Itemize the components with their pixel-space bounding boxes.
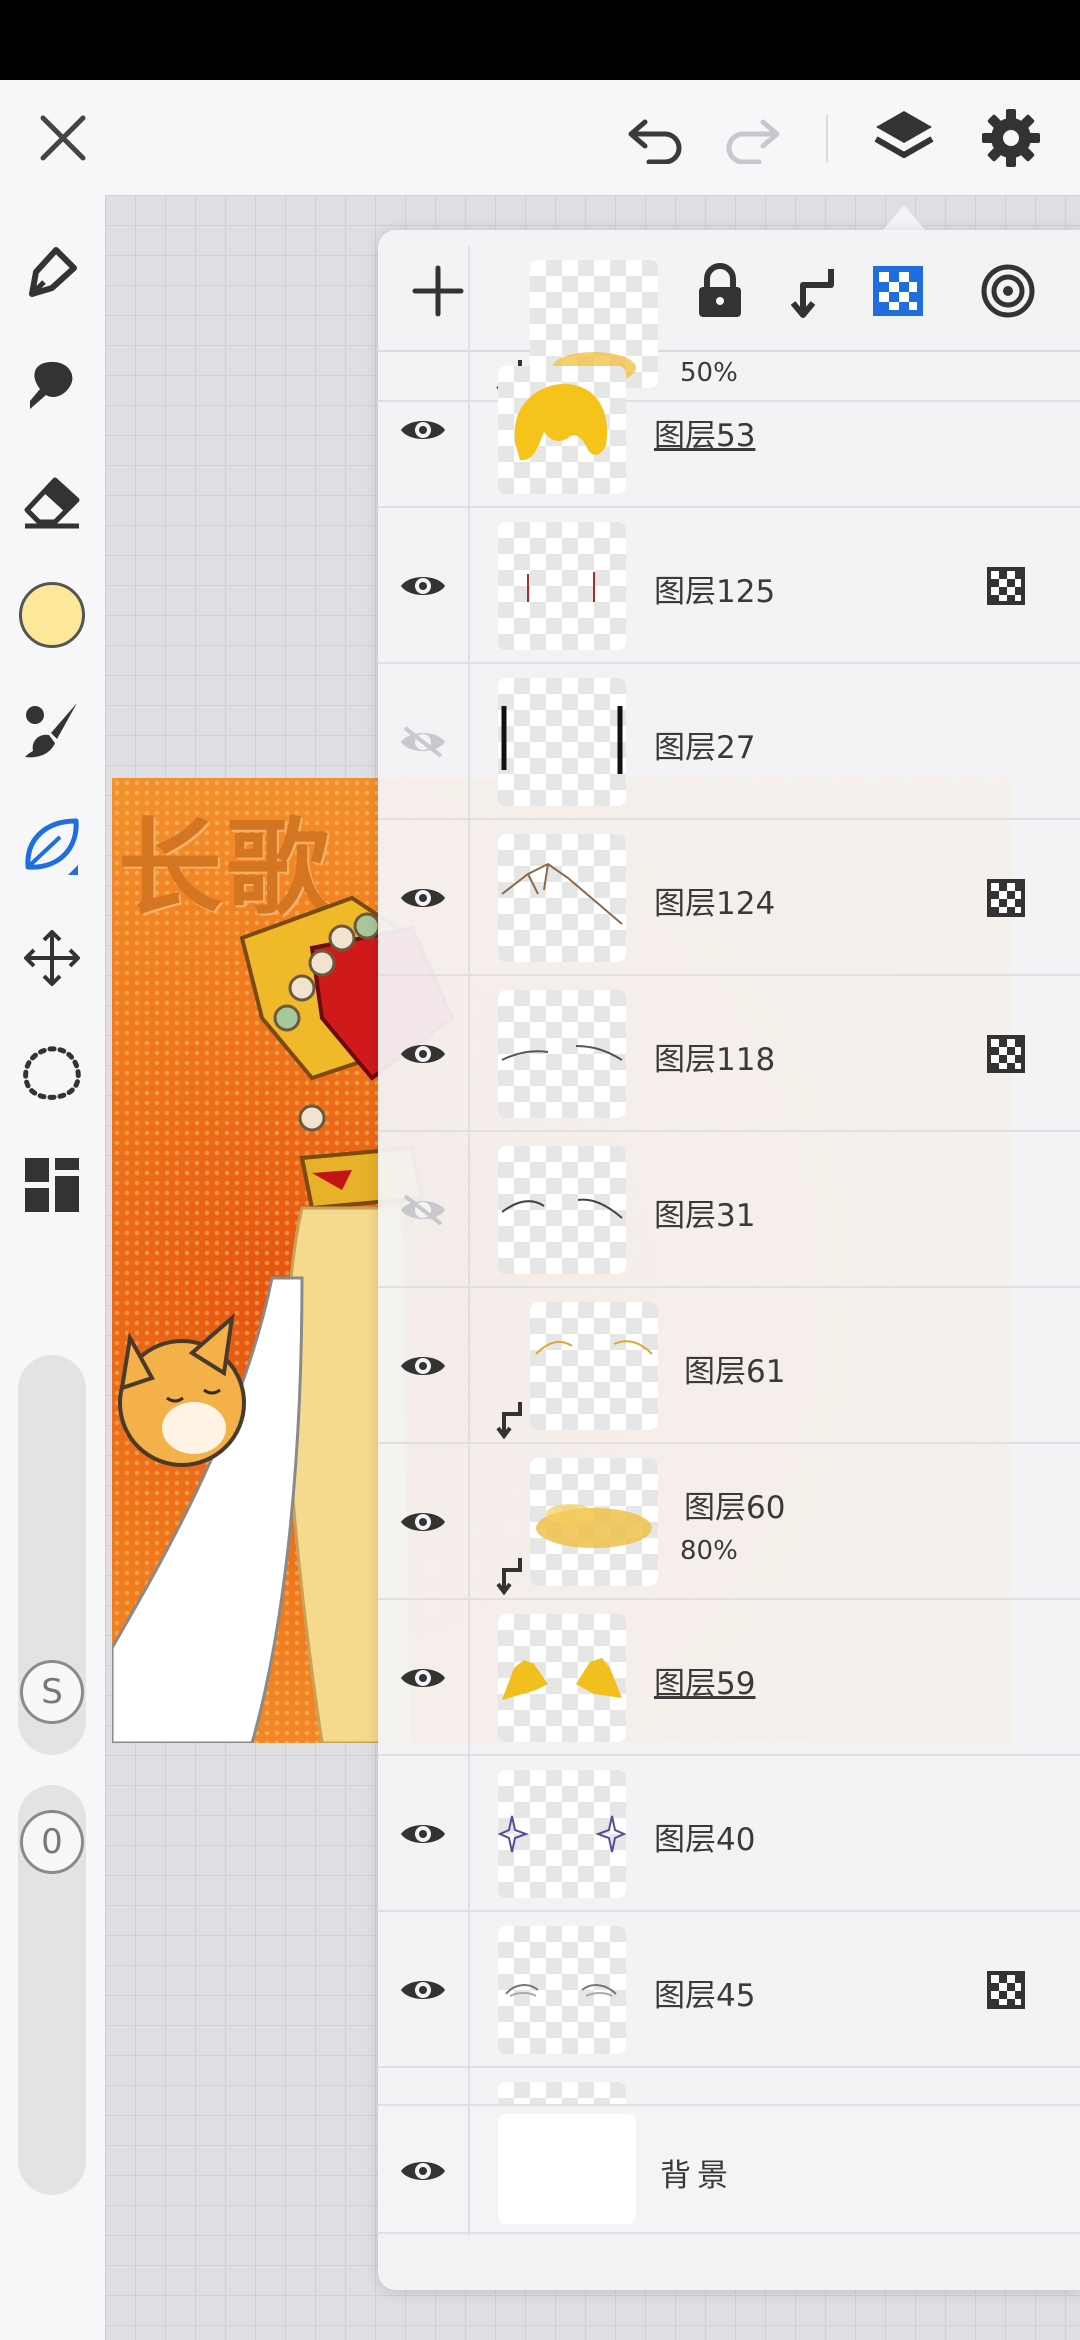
layer-visibility-column (378, 664, 470, 820)
eye-icon[interactable] (399, 1038, 447, 1070)
layer-row[interactable]: 图层40 (378, 1756, 1080, 1912)
grid-icon[interactable] (12, 1145, 92, 1225)
eye-icon[interactable] (399, 570, 447, 602)
opacity-label-button[interactable]: 0 (20, 1810, 84, 1874)
toolbar-divider (826, 115, 828, 163)
layer-name[interactable]: 图层118 (654, 1034, 775, 1079)
color-swatch[interactable] (12, 575, 92, 655)
layer-thumbnail (498, 678, 626, 806)
eye-icon[interactable] (399, 1974, 447, 2006)
layers-icon[interactable] (866, 100, 942, 176)
layer-row[interactable]: 图层60 80% (378, 1444, 1080, 1600)
layer-visibility-column (378, 2106, 470, 2236)
layer-name[interactable]: 图层124 (654, 878, 775, 923)
background-layer-row[interactable]: 背景 (378, 2104, 1080, 2236)
lasso-icon[interactable] (12, 1033, 92, 1113)
close-icon[interactable] (25, 100, 101, 176)
status-bar (0, 0, 1080, 80)
layer-name[interactable]: 图层53 (654, 410, 755, 455)
gear-icon[interactable] (973, 100, 1049, 176)
layer-row[interactable]: 图层125 (378, 508, 1080, 664)
clip-indicator-icon (496, 1402, 522, 1440)
eye-hidden-icon[interactable] (399, 724, 447, 760)
layer-name[interactable]: 图层125 (654, 566, 775, 611)
layer-name[interactable]: 图层40 (654, 1814, 755, 1859)
layer-thumbnail (530, 1458, 658, 1586)
eye-icon[interactable] (399, 2155, 447, 2187)
layer-name[interactable]: 图层61 (684, 1346, 785, 1391)
layer-name[interactable]: 图层59 (654, 1658, 755, 1703)
background-thumbnail (498, 2114, 636, 2224)
alpha-lock-indicator-icon[interactable] (986, 566, 1026, 606)
layer-thumbnail (498, 1614, 626, 1742)
smudge-icon[interactable] (12, 345, 92, 425)
redo-icon[interactable] (714, 100, 790, 176)
eye-icon[interactable] (399, 1818, 447, 1850)
size-label-button[interactable]: S (20, 1660, 84, 1724)
layer-thumbnail (530, 1302, 658, 1430)
layer-thumbnail (498, 834, 626, 962)
layer-thumbnail (498, 366, 626, 494)
layer-thumbnail (498, 1770, 626, 1898)
layer-visibility-column (378, 1444, 470, 1600)
layer-thumbnail (498, 1926, 626, 2054)
layer-row[interactable]: 图层124 (378, 820, 1080, 976)
pen-icon[interactable] (12, 232, 92, 312)
clip-indicator-icon (496, 1558, 522, 1596)
layer-row[interactable]: 图层27 (378, 664, 1080, 820)
layer-visibility-column (378, 1912, 470, 2068)
layer-row[interactable]: 图层61 (378, 1288, 1080, 1444)
undo-icon[interactable] (618, 100, 694, 176)
alpha-lock-indicator-icon[interactable] (986, 1034, 1026, 1074)
panel-pointer (882, 205, 926, 231)
leaf-shape-icon[interactable] (12, 805, 92, 885)
layer-visibility-column (378, 508, 470, 664)
layer-name[interactable]: 背景 (660, 2150, 734, 2195)
layer-visibility-column (378, 1756, 470, 1912)
current-color-circle[interactable] (19, 582, 85, 648)
eraser-icon[interactable] (12, 460, 92, 540)
layers-panel: 50% 图层53 图层125 图层27 图层124 图层118 图层31 图层6… (378, 230, 1080, 2290)
layer-thumbnail (498, 990, 626, 1118)
layer-visibility-column (378, 820, 470, 976)
eye-icon[interactable] (399, 882, 447, 914)
move-icon[interactable] (12, 918, 92, 998)
eye-icon[interactable] (399, 1662, 447, 1694)
layer-visibility-column (378, 352, 470, 508)
left-toolbar: S 0 (0, 195, 105, 2340)
layer-row[interactable]: 图层53 (378, 352, 1080, 508)
layer-row[interactable]: 图层45 (378, 1912, 1080, 2068)
layer-row[interactable]: 图层31 (378, 1132, 1080, 1288)
layer-row[interactable]: 图层118 (378, 976, 1080, 1132)
layer-thumbnail (498, 1146, 626, 1274)
layer-name[interactable]: 图层27 (654, 722, 755, 767)
top-toolbar (0, 80, 1080, 195)
layer-thumbnail (498, 522, 626, 650)
layer-visibility-column (378, 976, 470, 1132)
eye-hidden-icon[interactable] (399, 1192, 447, 1228)
layer-visibility-column (378, 1132, 470, 1288)
eye-icon[interactable] (399, 1350, 447, 1382)
alpha-lock-indicator-icon[interactable] (986, 1970, 1026, 2010)
layer-name[interactable]: 图层45 (654, 1970, 755, 2015)
layer-visibility-column (378, 1288, 470, 1444)
alpha-lock-indicator-icon[interactable] (986, 878, 1026, 918)
layer-opacity: 80% (680, 1536, 738, 1566)
layer-name[interactable]: 图层31 (654, 1190, 755, 1235)
layer-visibility-column (378, 1600, 470, 1756)
eye-icon[interactable] (399, 414, 447, 446)
layer-name[interactable]: 图层60 (684, 1482, 785, 1527)
layer-row[interactable]: 图层59 (378, 1600, 1080, 1756)
brush-icon[interactable] (12, 690, 92, 770)
eye-icon[interactable] (399, 1506, 447, 1538)
